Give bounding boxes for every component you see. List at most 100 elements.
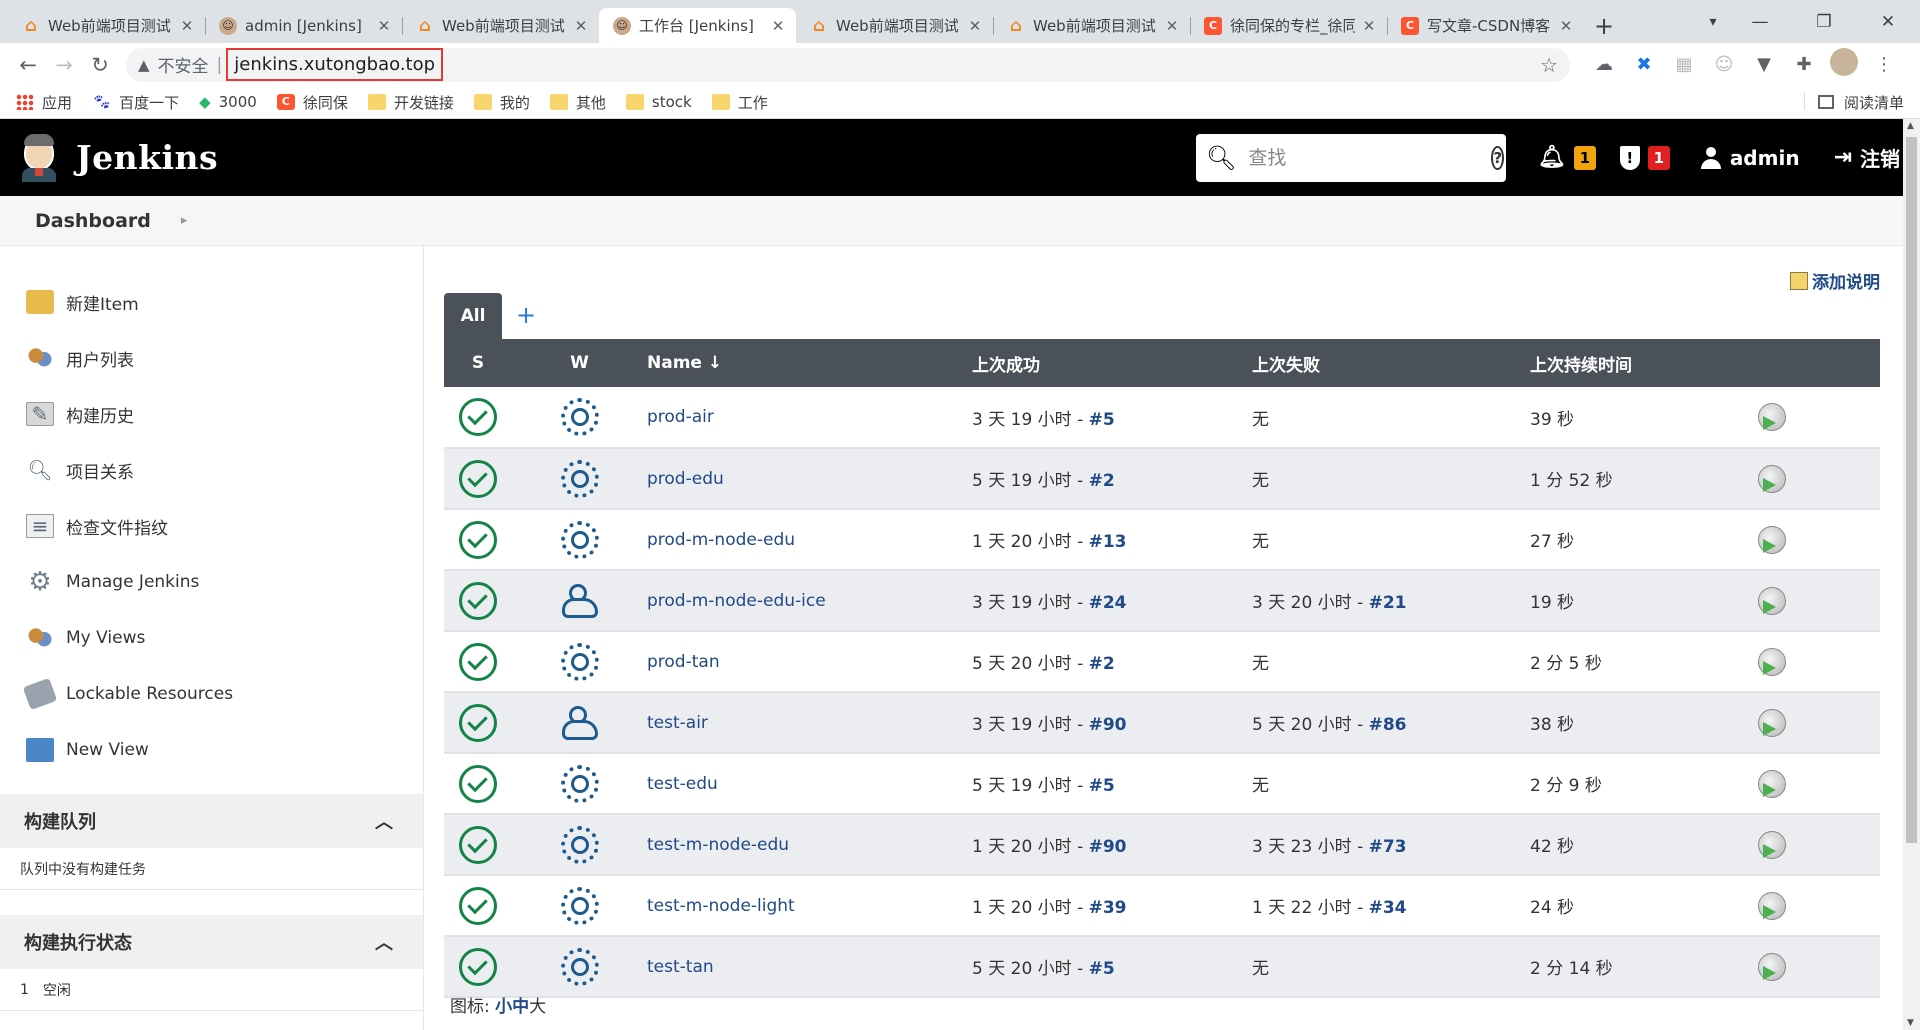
security-label[interactable]: 不安全 <box>158 52 209 77</box>
bookmark-item[interactable]: stock <box>625 93 692 111</box>
reading-list-button[interactable]: 阅读清单 <box>1803 91 1904 113</box>
add-description-link[interactable]: 添加说明 <box>1790 268 1880 293</box>
extension-x-icon[interactable]: ✖ <box>1624 54 1664 75</box>
col-last-failure[interactable]: 上次失败 <box>1252 339 1530 387</box>
browser-tab[interactable]: ☺ admin [Jenkins] ✕ <box>205 8 402 43</box>
job-link[interactable]: test-m-node-edu <box>647 835 789 855</box>
job-link[interactable]: test-air <box>647 713 708 733</box>
browser-tab[interactable]: ⌂ Web前端项目测试 ✕ <box>796 8 993 43</box>
schedule-build-icon[interactable] <box>1758 647 1786 676</box>
search-input[interactable] <box>1248 146 1492 169</box>
sunny-weather-icon[interactable] <box>560 398 599 436</box>
schedule-build-icon[interactable] <box>1758 525 1786 554</box>
executor-status-header[interactable]: 构建执行状态 ︿ <box>0 915 423 969</box>
last-success-build-link[interactable]: #13 <box>1089 532 1127 552</box>
bookmark-star-icon[interactable]: ☆ <box>1540 53 1558 77</box>
new-tab-button[interactable]: + <box>1584 8 1624 43</box>
schedule-build-icon[interactable] <box>1758 586 1786 615</box>
bookmark-item[interactable]: C 徐同保 <box>276 92 348 113</box>
last-success-build-link[interactable]: #90 <box>1089 715 1127 735</box>
forward-button[interactable]: → <box>46 47 82 83</box>
col-last-duration[interactable]: 上次持续时间 <box>1530 339 1746 387</box>
bookmark-item[interactable]: 应用 <box>16 92 72 113</box>
extensions-puzzle-icon[interactable]: ✚ <box>1784 54 1824 75</box>
url-text[interactable]: jenkins.xutongbao.top <box>226 48 444 81</box>
job-link[interactable]: prod-edu <box>647 469 724 489</box>
bookmark-item[interactable]: 工作 <box>711 92 768 113</box>
last-success-build-link[interactable]: #2 <box>1089 471 1115 491</box>
profile-avatar[interactable] <box>1824 48 1864 81</box>
sunny-weather-icon[interactable] <box>560 520 599 559</box>
close-tab-icon[interactable]: ✕ <box>1361 17 1377 35</box>
jenkins-logo[interactable]: Jenkins <box>20 133 218 182</box>
reload-button[interactable]: ↻ <box>82 47 118 83</box>
col-name[interactable]: Name ↓ <box>647 339 972 387</box>
job-link[interactable]: test-edu <box>647 774 718 794</box>
icon-size-small[interactable]: 小 <box>495 997 512 1017</box>
bookmark-item[interactable]: 其他 <box>549 92 606 113</box>
sidebar-task[interactable]: New View <box>0 722 423 778</box>
tab-search-icon[interactable]: ▾ <box>1698 14 1728 30</box>
partly-cloudy-weather-icon[interactable] <box>561 704 599 742</box>
add-view-button[interactable]: + <box>516 301 536 329</box>
chevron-right-icon[interactable]: ▸ <box>181 213 188 228</box>
schedule-build-icon[interactable] <box>1758 769 1786 798</box>
job-link[interactable]: test-m-node-light <box>647 896 795 916</box>
bookmark-item[interactable]: ◆ 3000 <box>199 93 257 111</box>
notifications-button[interactable]: 🔔︎ 1 <box>1538 145 1596 170</box>
extension-cloud-icon[interactable]: ☁ <box>1584 54 1624 75</box>
schedule-build-icon[interactable] <box>1758 830 1786 859</box>
browser-tab[interactable]: ⌂ Web前端项目测试 ✕ <box>8 8 205 43</box>
browser-tab[interactable]: C 写文章-CSDN博客 ✕ <box>1387 8 1584 43</box>
collapse-icon[interactable]: ︿ <box>375 929 393 955</box>
job-link[interactable]: prod-m-node-edu-ice <box>647 591 826 611</box>
last-success-build-link[interactable]: #5 <box>1089 410 1115 430</box>
sidebar-task[interactable]: ⚙ Manage Jenkins <box>0 554 423 610</box>
schedule-build-icon[interactable] <box>1758 891 1786 920</box>
browser-tab[interactable]: ⌂ Web前端项目测试 ✕ <box>993 8 1190 43</box>
address-bar[interactable]: ▲ 不安全 | jenkins.xutongbao.top ☆ <box>126 47 1570 82</box>
close-tab-icon[interactable]: ✕ <box>573 17 589 35</box>
schedule-build-icon[interactable] <box>1758 952 1786 981</box>
sidebar-task[interactable]: Lockable Resources <box>0 666 423 722</box>
scroll-down-icon[interactable]: ▼ <box>1907 1018 1914 1028</box>
last-success-build-link[interactable]: #24 <box>1089 593 1127 613</box>
sunny-weather-icon[interactable] <box>560 947 599 986</box>
last-failure-build-link[interactable]: #34 <box>1369 898 1407 918</box>
job-link[interactable]: prod-tan <box>647 652 720 672</box>
scrollbar-thumb[interactable] <box>1906 137 1917 843</box>
close-tab-icon[interactable]: ✕ <box>770 17 786 35</box>
col-last-success[interactable]: 上次成功 <box>972 339 1252 387</box>
extension-v-icon[interactable]: ▼ <box>1744 54 1784 75</box>
sidebar-task[interactable]: 新建Item <box>0 274 423 330</box>
col-status[interactable]: S <box>444 339 512 387</box>
bookmark-item[interactable]: 开发链接 <box>367 92 454 113</box>
icon-size-medium[interactable]: 中 <box>512 997 529 1017</box>
col-weather[interactable]: W <box>512 339 647 387</box>
scrollbar[interactable]: ▲ ▼ <box>1903 119 1920 1030</box>
sidebar-task[interactable]: ≡ 检查文件指纹 <box>0 498 423 554</box>
last-success-build-link[interactable]: #2 <box>1089 654 1115 674</box>
schedule-build-icon[interactable] <box>1758 464 1786 493</box>
sunny-weather-icon[interactable] <box>560 825 599 864</box>
collapse-icon[interactable]: ︿ <box>375 808 393 834</box>
close-tab-icon[interactable]: ✕ <box>179 17 195 35</box>
back-button[interactable]: ← <box>10 47 46 83</box>
sunny-weather-icon[interactable] <box>560 764 599 803</box>
help-icon[interactable]: ? <box>1491 145 1505 170</box>
tab-all[interactable]: All <box>444 293 502 339</box>
logout-link[interactable]: ⇥ 注销 <box>1834 143 1900 172</box>
schedule-build-icon[interactable] <box>1758 708 1786 737</box>
last-failure-build-link[interactable]: #21 <box>1369 593 1407 613</box>
browser-tab[interactable]: C 徐同保的专栏_徐同 ✕ <box>1190 8 1387 43</box>
last-success-build-link[interactable]: #5 <box>1089 959 1115 979</box>
sunny-weather-icon[interactable] <box>560 459 599 498</box>
browser-tab[interactable]: ☺ 工作台 [Jenkins] ✕ <box>599 8 796 43</box>
last-success-build-link[interactable]: #90 <box>1089 837 1127 857</box>
minimize-button[interactable]: — <box>1728 12 1792 32</box>
last-failure-build-link[interactable]: #86 <box>1369 715 1407 735</box>
breadcrumb-dashboard[interactable]: Dashboard <box>35 210 151 232</box>
sidebar-task[interactable]: My Views <box>0 610 423 666</box>
partly-cloudy-weather-icon[interactable] <box>561 582 599 620</box>
warning-icon[interactable]: ▲ <box>138 56 150 74</box>
